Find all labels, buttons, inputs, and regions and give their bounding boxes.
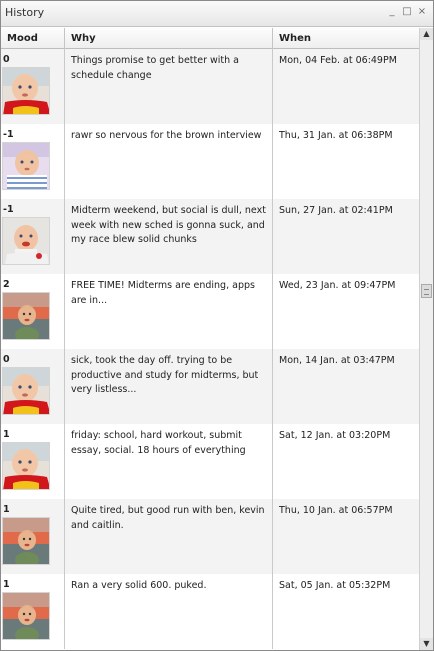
when-cell: Sat, 12 Jan. at 03:20PM <box>279 430 391 441</box>
toddler-eating-icon <box>2 217 50 265</box>
child-sunset-icon <box>2 517 50 565</box>
history-table-body: 0 Things promise to get better with a sch… <box>1 49 419 649</box>
table-row[interactable]: 2 FREE TIME! Midterms are ending, apps ar… <box>1 274 419 349</box>
table-row[interactable]: 1 friday: school, hard workout, submit es… <box>1 424 419 499</box>
mood-cell: 0 <box>1 49 65 124</box>
mood-value: 1 <box>3 579 10 590</box>
table-row[interactable]: 1 Quite tired, but good run with ben, kev… <box>1 499 419 574</box>
toddler-red-shirt-icon <box>2 442 50 490</box>
maximize-button[interactable]: □ <box>402 5 412 19</box>
when-cell: Mon, 14 Jan. at 03:47PM <box>279 355 395 366</box>
scrollbar-thumb[interactable] <box>421 284 432 298</box>
when-cell: Thu, 31 Jan. at 06:38PM <box>279 130 393 141</box>
toddler-red-shirt-icon <box>2 367 50 415</box>
why-cell: rawr so nervous for the brown interview <box>65 124 273 199</box>
mood-cell: 0 <box>1 349 65 424</box>
title-bar[interactable]: History _ □ × <box>1 1 433 27</box>
when-cell: Mon, 04 Feb. at 06:49PM <box>279 55 397 66</box>
child-sunset-icon <box>2 292 50 340</box>
mood-cell: -1 <box>1 124 65 199</box>
why-cell: sick, took the day off. trying to be pro… <box>65 349 273 424</box>
table-row[interactable]: 0 sick, took the day off. trying to be pr… <box>1 349 419 424</box>
why-cell: FREE TIME! Midterms are ending, apps are… <box>65 274 273 349</box>
mood-cell: 1 <box>1 499 65 574</box>
when-cell: Thu, 10 Jan. at 06:57PM <box>279 505 393 516</box>
minimize-button[interactable]: _ <box>387 5 397 19</box>
window-controls: _ □ × <box>387 5 427 19</box>
close-button[interactable]: × <box>417 5 427 19</box>
mood-value: 0 <box>3 54 10 65</box>
mood-value: 1 <box>3 504 10 515</box>
mood-value: 1 <box>3 429 10 440</box>
scroll-up-arrow-icon[interactable]: ▲ <box>420 28 433 40</box>
when-cell: Sat, 05 Jan. at 05:32PM <box>279 580 391 591</box>
why-cell: friday: school, hard workout, submit ess… <box>65 424 273 499</box>
when-cell: Sun, 27 Jan. at 02:41PM <box>279 205 393 216</box>
mood-cell: -1 <box>1 199 65 274</box>
mood-cell: 2 <box>1 274 65 349</box>
mood-value: -1 <box>3 204 14 215</box>
table-header: Mood Why When <box>1 28 419 49</box>
table-row[interactable]: -1 rawr so nervous for the brown intervie… <box>1 124 419 199</box>
mood-cell: 1 <box>1 574 65 649</box>
mood-value: 2 <box>3 279 10 290</box>
mood-value: -1 <box>3 129 14 140</box>
scroll-down-arrow-icon[interactable]: ▼ <box>420 638 433 650</box>
column-header-when[interactable]: When <box>273 28 419 49</box>
why-cell: Midterm weekend, but social is dull, nex… <box>65 199 273 274</box>
child-sunset-icon <box>2 592 50 640</box>
table-row[interactable]: 0 Things promise to get better with a sch… <box>1 49 419 124</box>
column-header-why[interactable]: Why <box>65 28 273 49</box>
why-cell: Things promise to get better with a sche… <box>65 49 273 124</box>
toddler-striped-shirt-icon <box>2 142 50 190</box>
when-cell: Wed, 23 Jan. at 09:47PM <box>279 280 396 291</box>
table-row[interactable]: 1 Ran a very solid 600. puked. Sat, 05 Jan… <box>1 574 419 649</box>
vertical-scrollbar[interactable]: ▲ ▼ <box>419 28 433 650</box>
column-header-mood[interactable]: Mood <box>1 28 65 49</box>
toddler-red-shirt-icon <box>2 67 50 115</box>
window-title: History <box>5 6 45 19</box>
history-window: History _ □ × Mood Why When 0 Things prom… <box>0 0 434 651</box>
mood-cell: 1 <box>1 424 65 499</box>
why-cell: Ran a very solid 600. puked. <box>65 574 273 649</box>
mood-value: 0 <box>3 354 10 365</box>
table-row[interactable]: -1 Midterm weekend, but social is dull, n… <box>1 199 419 274</box>
why-cell: Quite tired, but good run with ben, kevi… <box>65 499 273 574</box>
